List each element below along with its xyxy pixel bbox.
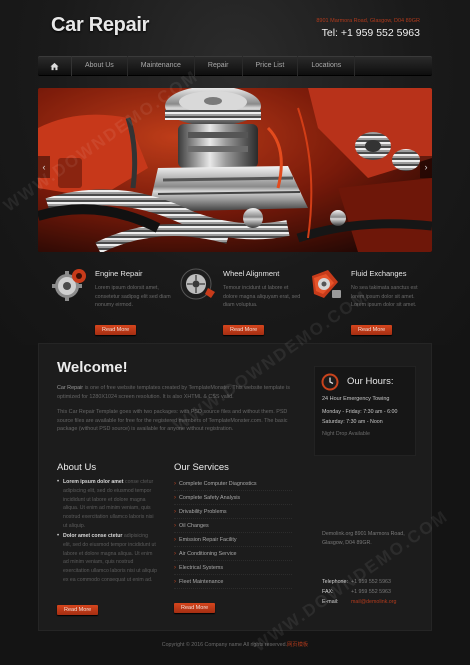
about-item-text: conse ctetur adipiscing elit, sed do eiu… (63, 479, 154, 529)
hours-towing: 24 Hour Emergency Towing (322, 396, 390, 402)
bullet-icon: • (57, 479, 60, 485)
services-title: Our Services (174, 462, 229, 473)
hours-title: Our Hours: (347, 376, 394, 387)
header-telephone: Tel: +1 959 552 5963 (321, 27, 420, 39)
service-item[interactable]: Complete Computer Diagnostics (174, 477, 292, 491)
wheel-icon (180, 268, 215, 300)
about-title: About Us (57, 462, 97, 473)
fluid-can-icon (312, 270, 341, 298)
about-read-more-button[interactable]: Read More (57, 605, 99, 615)
contact-value: +1 959 552 5963 (351, 589, 391, 595)
hours-row-value: 7:30 am - 6:00 (363, 409, 398, 415)
services-read-more-button[interactable]: Read More (174, 603, 216, 613)
about-item-text: adipisicing elit, sed do eiusmod tempor … (63, 533, 157, 583)
footer-link[interactable]: 网页模板 (287, 642, 308, 648)
service-item[interactable]: Air Conditioning Service (174, 547, 292, 561)
nav-item-repair[interactable]: Repair (195, 56, 243, 76)
feature-engine-repair: Engine Repair Lorem ipsum dolorsit amet,… (52, 266, 180, 335)
feature-title: Wheel Alignment (223, 269, 280, 278)
hours-row-label: Saturday: (322, 419, 345, 425)
hours-note: Night Drop Available (322, 431, 370, 437)
welcome-paragraph-1: Car Repair is one of free website templa… (57, 384, 297, 401)
engine-photo (38, 88, 432, 252)
welcome-p1-text: is one of free website templates created… (57, 385, 290, 400)
site-logo[interactable]: Car Repair (51, 14, 149, 37)
header-address: 8901 Marmora Road, Glasgow, D04 89GR (316, 18, 420, 24)
services-list: Complete Computer Diagnostics Complete S… (174, 477, 292, 589)
hero-banner: ‹ › (38, 88, 432, 252)
feature-title: Engine Repair (95, 269, 143, 278)
about-item: • Dolor amet conse ctetur adipisicing el… (57, 532, 157, 585)
feature-text: Temour incidunt ut labore et dolore magn… (223, 285, 301, 309)
read-more-button[interactable]: Read More (351, 325, 393, 335)
service-item[interactable]: Emission Repair Facility (174, 533, 292, 547)
footer: Copyright © 2016 Company name All rights… (0, 640, 470, 648)
page: Car Repair 8901 Marmora Road, Glasgow, D… (0, 0, 470, 665)
about-item-lead: Dolor amet conse ctetur (63, 533, 123, 539)
service-item[interactable]: Electrical Systems (174, 561, 292, 575)
read-more-button[interactable]: Read More (95, 325, 137, 335)
about-item: • Lorem ipsum dolor amet conse ctetur ad… (57, 478, 157, 531)
home-icon (50, 62, 59, 70)
hours-row-value: 7:30 am - Noon (346, 419, 383, 425)
nav-item-locations[interactable]: Locations (298, 56, 356, 76)
nav-home[interactable] (38, 56, 72, 76)
service-item[interactable]: Complete Safety Analysis (174, 491, 292, 505)
bullet-icon: • (57, 533, 60, 539)
hours-box: Our Hours: 24 Hour Emergency Towing Mond… (314, 366, 416, 456)
nav-item-about-us[interactable]: About Us (72, 56, 128, 76)
service-item[interactable]: Fleet Maintenance (174, 575, 292, 589)
feature-title: Fluid Exchanges (351, 269, 407, 278)
hours-row-saturday: Saturday: 7:30 am - Noon (322, 419, 383, 425)
feature-text: Lorem ipsum dolorsit amet, consetetur sa… (95, 285, 171, 309)
main-nav: About Us Maintenance Repair Price List L… (38, 56, 432, 76)
read-more-button[interactable]: Read More (223, 325, 265, 335)
clock-icon (321, 373, 339, 391)
hours-row-label: Monday - Friday: (322, 409, 362, 415)
feature-wheel-alignment: Wheel Alignment Temour incidunt ut labor… (180, 266, 308, 335)
welcome-lead: Car Repair (57, 385, 84, 391)
email-link[interactable]: mail@demolink.org (351, 599, 396, 605)
service-item[interactable]: Drivability Problems (174, 505, 292, 519)
service-item[interactable]: Oil Changes (174, 519, 292, 533)
welcome-title: Welcome! (57, 359, 128, 376)
hours-row-weekdays: Monday - Friday: 7:30 am - 6:00 (322, 409, 397, 415)
slider-next-button[interactable]: › (420, 156, 432, 178)
engine-gear-icon (52, 269, 86, 301)
nav-item-price-list[interactable]: Price List (243, 56, 299, 76)
about-item-lead: Lorem ipsum dolor amet (63, 479, 124, 485)
